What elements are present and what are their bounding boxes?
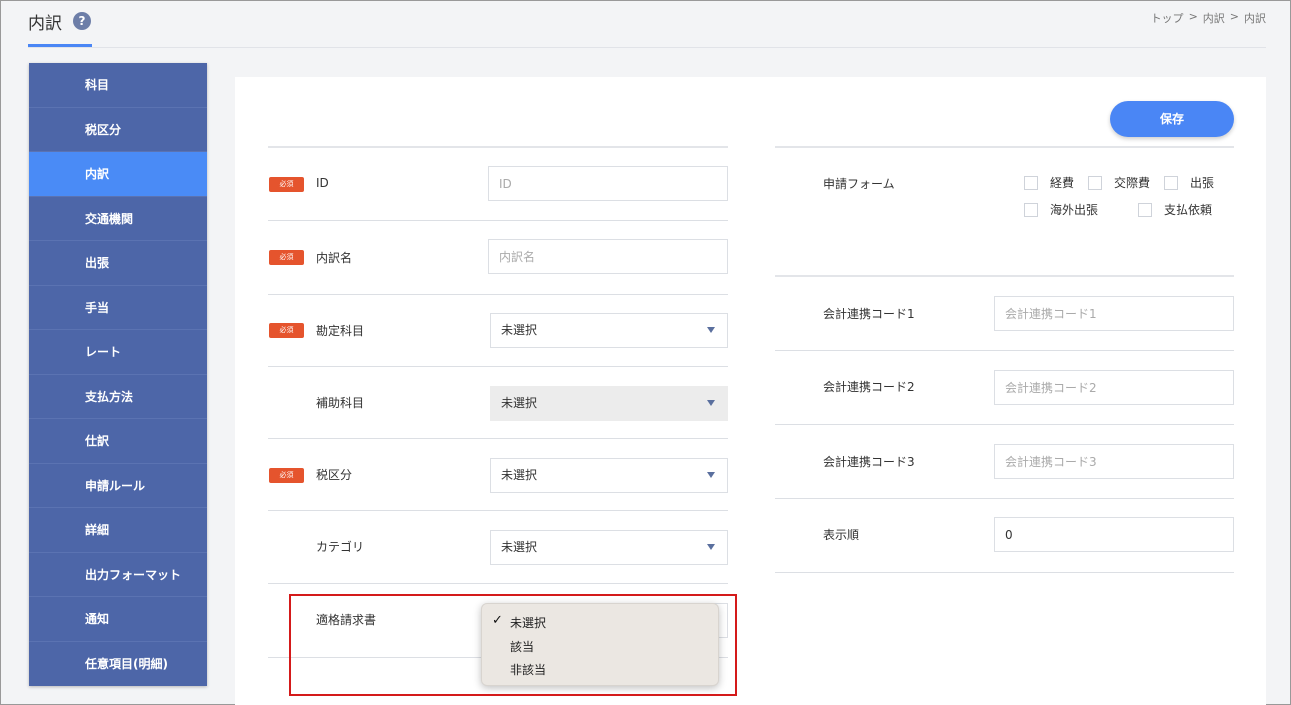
checkbox-label-overseas-trip: 海外出張: [1050, 203, 1099, 217]
save-button[interactable]: 保存: [1110, 101, 1234, 137]
sidebar-item-payment-method[interactable]: 支払方法: [29, 375, 207, 419]
chevron-down-icon: [707, 327, 715, 333]
account-select[interactable]: 未選択: [490, 313, 728, 348]
tax-category-select-value: 未選択: [501, 468, 538, 482]
chevron-down-icon: [707, 472, 715, 478]
id-label: ID: [316, 176, 329, 190]
accounting-code1-label: 会計連携コード1: [823, 307, 915, 321]
accounting-code1-input[interactable]: [994, 296, 1234, 331]
breakdown-name-label: 内訳名: [316, 251, 353, 265]
row-divider: [268, 146, 728, 148]
highlight-box: [289, 594, 737, 696]
sub-account-select-value: 未選択: [501, 396, 538, 410]
account-select-value: 未選択: [501, 323, 538, 337]
sidebar-item-business-trip[interactable]: 出張: [29, 241, 207, 286]
application-form-checkboxes-row1: 経費 交際費 出張: [1024, 174, 1228, 191]
breakdown-name-input[interactable]: [488, 239, 728, 274]
breadcrumb-parent[interactable]: 内訳: [1203, 10, 1225, 26]
tax-category-label: 税区分: [316, 468, 353, 482]
row-divider: [268, 220, 728, 221]
tax-category-select[interactable]: 未選択: [490, 458, 728, 493]
chevron-down-icon: [707, 400, 715, 406]
row-divider: [268, 510, 728, 511]
sub-account-select: 未選択: [490, 386, 728, 421]
checkbox-expense[interactable]: [1024, 175, 1038, 190]
row-divider: [775, 275, 1234, 277]
sidebar-item-account[interactable]: 科目: [29, 63, 207, 108]
display-order-input[interactable]: [994, 517, 1234, 552]
checkbox-entertainment[interactable]: [1088, 175, 1103, 190]
sidebar-item-tax-category[interactable]: 税区分: [29, 108, 207, 152]
row-divider: [775, 498, 1234, 499]
row-divider: [775, 424, 1234, 425]
breadcrumb-current: 内訳: [1244, 12, 1266, 25]
category-label: カテゴリ: [316, 540, 365, 554]
breadcrumb-separator: >: [1188, 10, 1198, 23]
row-divider: [775, 350, 1234, 351]
required-badge: 必須: [269, 177, 304, 192]
sidebar-item-rate[interactable]: レート: [29, 330, 207, 375]
checkbox-label-business-trip: 出張: [1190, 176, 1215, 190]
breadcrumb-top[interactable]: トップ: [1151, 10, 1184, 26]
sidebar-item-notification[interactable]: 通知: [29, 597, 207, 642]
application-form-label: 申請フォーム: [823, 177, 895, 191]
row-divider: [268, 366, 728, 367]
help-icon[interactable]: ?: [73, 12, 91, 30]
page-title: 内訳: [28, 14, 62, 34]
category-select[interactable]: 未選択: [490, 530, 728, 565]
sidebar-item-journal[interactable]: 仕訳: [29, 419, 207, 464]
sidebar-item-breakdown[interactable]: 内訳: [29, 152, 207, 197]
breadcrumb-separator: >: [1229, 10, 1239, 23]
category-select-value: 未選択: [501, 540, 538, 554]
page-header: 内訳 ? トップ > 内訳 > 内訳: [1, 1, 1290, 49]
sidebar-item-allowance[interactable]: 手当: [29, 286, 207, 330]
sidebar-item-transport[interactable]: 交通機関: [29, 197, 207, 241]
display-order-label: 表示順: [823, 528, 860, 542]
accounting-code3-label: 会計連携コード3: [823, 455, 915, 469]
row-divider: [268, 583, 728, 584]
breadcrumb: トップ > 内訳 > 内訳: [1151, 10, 1266, 26]
sidebar-item-output-format[interactable]: 出力フォーマット: [29, 553, 207, 597]
sidebar-item-details[interactable]: 詳細: [29, 508, 207, 553]
required-badge: 必須: [269, 468, 304, 483]
required-badge: 必須: [269, 250, 304, 265]
checkbox-label-expense: 経費: [1050, 176, 1075, 190]
checkbox-label-payment-request: 支払依頼: [1164, 203, 1213, 217]
checkbox-business-trip[interactable]: [1164, 175, 1179, 190]
sidebar-item-application-rule[interactable]: 申請ルール: [29, 464, 207, 508]
row-divider: [775, 572, 1234, 573]
accounting-code3-input[interactable]: [994, 444, 1234, 479]
row-divider: [775, 146, 1234, 148]
row-divider: [268, 438, 728, 439]
sub-account-label: 補助科目: [316, 396, 365, 410]
chevron-down-icon: [707, 544, 715, 550]
checkbox-payment-request[interactable]: [1138, 202, 1153, 217]
accounting-code2-input[interactable]: [994, 370, 1234, 405]
accounting-code2-label: 会計連携コード2: [823, 380, 915, 394]
row-divider: [268, 294, 728, 295]
header-divider: [28, 47, 1266, 48]
id-input[interactable]: [488, 166, 728, 201]
checkbox-overseas-trip[interactable]: [1024, 202, 1038, 217]
sidebar-item-custom-fields[interactable]: 任意項目(明細): [29, 642, 207, 687]
sidebar: 科目 税区分 内訳 交通機関 出張 手当 レート 支払方法 仕訳 申請ルール 詳…: [29, 63, 207, 686]
required-badge: 必須: [269, 323, 304, 338]
application-form-checkboxes-row2: 海外出張 支払依頼: [1024, 201, 1226, 218]
account-label: 勘定科目: [316, 324, 365, 338]
checkbox-label-entertainment: 交際費: [1114, 176, 1151, 190]
